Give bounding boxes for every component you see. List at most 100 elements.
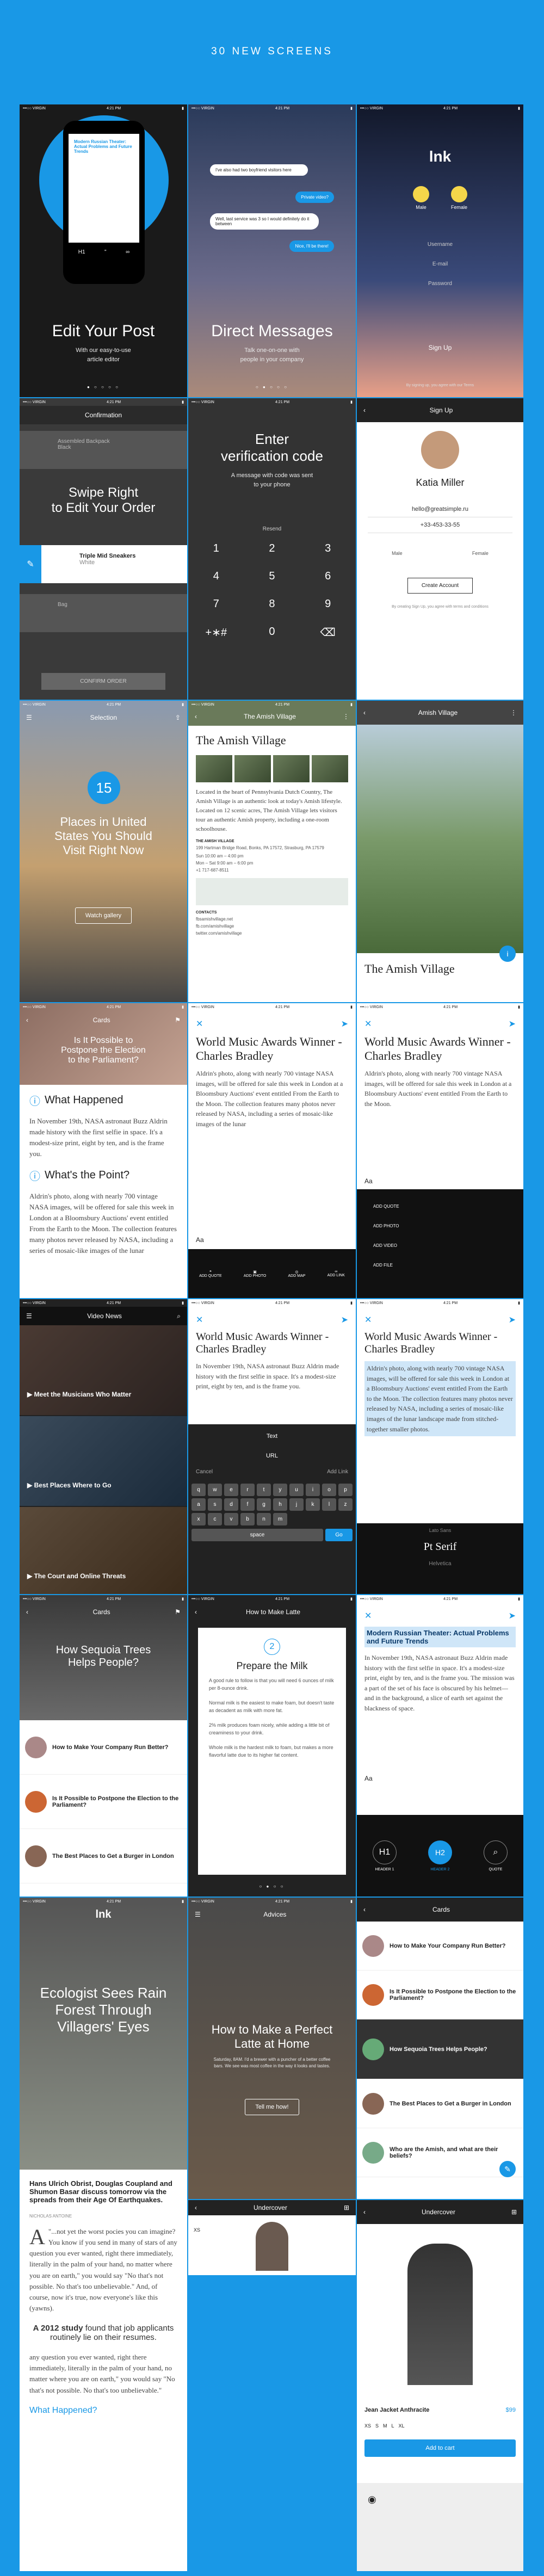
key-6[interactable]: 6 [300,570,356,583]
list-item[interactable]: How to Make Your Company Run Better? [20,1720,187,1775]
add-photo-button[interactable]: ▣ ADD PHOTO [244,1270,267,1278]
email-field[interactable]: hello@greatsimple.ru [368,502,512,517]
close-icon[interactable]: ✕ [196,1314,203,1325]
avatar[interactable] [421,431,459,469]
key-0[interactable]: 0 [244,626,300,639]
key-g[interactable]: g [257,1498,271,1511]
search-icon[interactable]: ⌕ [177,1312,181,1320]
quote-option[interactable]: ⌕ QUOTE [484,1840,508,1871]
key-y[interactable]: y [273,1484,287,1496]
add-video-button[interactable]: ADD VIDEO [373,1236,507,1256]
list-item[interactable]: The Best Places to Get a Burger in Londo… [20,1829,187,1883]
video-item-3[interactable]: ▶ The Court and Online Threats [20,1507,187,1594]
send-icon[interactable]: ➤ [509,1314,516,1325]
key-t[interactable]: t [257,1484,271,1496]
compose-icon[interactable]: ✎ [499,2161,516,2177]
key-z[interactable]: z [338,1498,353,1511]
menu-icon[interactable]: ☰ [26,714,32,721]
back-icon[interactable]: ‹ [26,1016,28,1024]
size-option[interactable]: XS [364,2423,371,2429]
back-icon[interactable]: ‹ [363,709,366,716]
font-option[interactable]: Helvetica [357,1556,523,1571]
size-label[interactable]: XS [194,2227,200,2233]
key-l[interactable]: l [322,1498,336,1511]
list-item[interactable]: Is It Possible to Postpone the Election … [20,1775,187,1829]
key-o[interactable]: o [322,1484,336,1496]
key-r[interactable]: r [240,1484,255,1496]
url-input[interactable]: URL [188,1448,356,1463]
key-w[interactable]: w [208,1484,222,1496]
size-option[interactable]: M [383,2423,387,2429]
send-icon[interactable]: ➤ [341,1314,348,1325]
back-icon[interactable]: ‹ [363,406,366,414]
h2-option-selected[interactable]: H2 HEADER 2 [428,1840,452,1871]
key-v[interactable]: v [224,1513,238,1525]
key-i[interactable]: i [306,1484,320,1496]
size-option[interactable]: L [392,2423,394,2429]
video-item-1[interactable]: ▶ Meet the Musicians Who Matter [20,1325,187,1415]
email-field[interactable]: E-mail [357,255,523,274]
back-icon[interactable]: ‹ [195,2204,197,2211]
send-icon[interactable]: ➤ [509,1610,516,1621]
key-7[interactable]: 7 [188,598,244,610]
back-icon[interactable]: ‹ [195,713,197,720]
plus-key[interactable]: +∗# [188,626,244,639]
key-d[interactable]: d [224,1498,238,1511]
back-icon[interactable]: ‹ [195,1608,197,1616]
order-item-1[interactable]: Assembled Backpack Black [20,431,187,469]
signup-button[interactable]: Sign Up [357,344,523,351]
add-quote-button[interactable]: ❝ ADD QUOTE [199,1270,222,1278]
key-4[interactable]: 4 [188,570,244,583]
list-item-featured[interactable]: How Sequoia Trees Helps People? [357,2019,523,2079]
back-icon[interactable]: ‹ [363,2208,366,2216]
contact-link[interactable]: fbsamishvillage.net [188,916,356,923]
more-icon[interactable]: ⋮ [343,713,349,720]
cancel-button[interactable]: Cancel [196,1469,213,1475]
key-9[interactable]: 9 [300,598,356,610]
add-photo-button[interactable]: ADD PHOTO [373,1216,507,1236]
close-icon[interactable]: ✕ [364,1018,372,1029]
font-option-selected[interactable]: Pt Serif [357,1537,523,1556]
menu-icon[interactable]: ☰ [26,1312,32,1320]
cart-icon[interactable]: ⊞ [511,2208,517,2216]
menu-icon[interactable]: ☰ [195,1911,201,1918]
add-map-button[interactable]: ◎ ADD MAP [288,1270,306,1278]
add-link-button[interactable]: Add Link [327,1469,348,1475]
font-option[interactable]: Lato Sans [357,1523,523,1537]
pager-dots[interactable]: ○ ● ○ ○ [188,1884,356,1889]
phone[interactable]: +1 717-687-8511 [188,867,356,874]
order-item-2[interactable]: ✎ Triple Mid Sneakers White [20,545,187,583]
key-a[interactable]: a [191,1498,206,1511]
photo-thumb[interactable] [273,755,310,782]
bookmark-icon[interactable]: ⚑ [175,1016,181,1024]
key-j[interactable]: j [289,1498,304,1511]
resend-link[interactable]: Resend [188,526,356,532]
key-b[interactable]: b [240,1513,255,1525]
list-item[interactable]: Is It Possible to Postpone the Election … [357,1970,523,2019]
camera-icon[interactable]: ◉ [368,2494,376,2505]
key-s[interactable]: s [208,1498,222,1511]
size-option[interactable]: S [375,2423,379,2429]
key-p[interactable]: p [338,1484,353,1496]
key-3[interactable]: 3 [300,542,356,555]
go-key[interactable]: Go [325,1529,353,1541]
key-8[interactable]: 8 [244,598,300,610]
add-file-button[interactable]: ADD FILE [373,1256,507,1275]
key-u[interactable]: u [289,1484,304,1496]
space-key[interactable]: space [191,1529,323,1541]
list-item[interactable]: How to Make Your Company Run Better? [357,1922,523,1970]
key-h[interactable]: h [273,1498,287,1511]
back-icon[interactable]: ‹ [26,1608,28,1616]
list-item[interactable]: The Best Places to Get a Burger in Londo… [357,2079,523,2128]
photo-thumb[interactable] [196,755,232,782]
watch-gallery-button[interactable]: Watch gallery [75,907,132,924]
female-option[interactable]: Female [450,186,467,210]
order-item-3[interactable]: Bag [20,594,187,632]
backspace-icon[interactable]: ⌫ [300,626,356,639]
close-icon[interactable]: ✕ [364,1610,372,1621]
create-account-button[interactable]: Create Account [407,578,473,594]
pager-dots[interactable]: ● ○ ○ ○ ○ [20,385,187,390]
key-f[interactable]: f [240,1498,255,1511]
key-k[interactable]: k [306,1498,320,1511]
tell-me-how-button[interactable]: Tell me how! [245,2099,299,2115]
